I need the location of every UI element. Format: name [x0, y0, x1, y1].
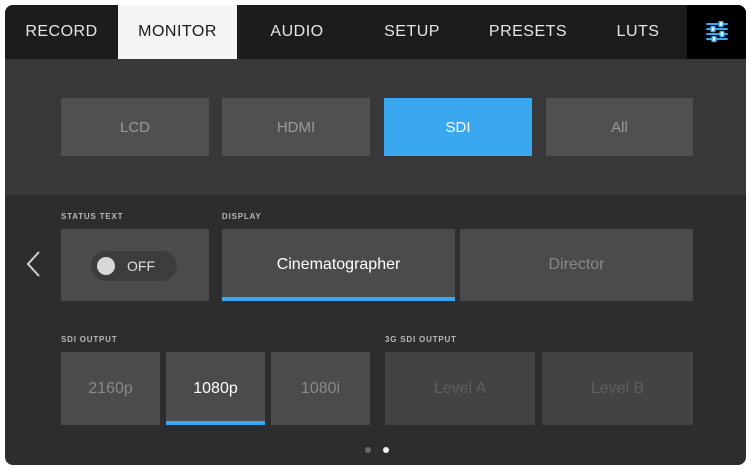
3g-sdi-output-label: 3G SDI OUTPUT	[385, 335, 457, 344]
sdi-output-label: SDI OUTPUT	[61, 335, 118, 344]
tab-setup[interactable]: SETUP	[357, 5, 467, 59]
tab-audio[interactable]: AUDIO	[237, 5, 357, 59]
page-indicator	[363, 445, 393, 455]
status-text-label: STATUS TEXT	[61, 212, 124, 221]
tab-monitor[interactable]: MONITOR	[118, 5, 237, 59]
sdi-option-label: 1080p	[193, 379, 238, 397]
page-dot-1[interactable]	[365, 447, 371, 453]
sliders-icon	[705, 21, 728, 43]
tab-presets[interactable]: PRESETS	[467, 5, 589, 59]
status-text-cell: OFF	[61, 229, 209, 301]
display-option-label: Director	[548, 256, 605, 273]
output-selector-row: LCD HDMI SDI All	[5, 59, 746, 195]
display-cinematographer-button[interactable]: Cinematographer	[222, 229, 455, 301]
output-sdi-button[interactable]: SDI	[384, 98, 532, 156]
level-option-label: Level A	[433, 379, 487, 397]
status-text-toggle[interactable]: OFF	[91, 251, 177, 281]
display-label: DISPLAY	[222, 212, 262, 221]
sdi-output-1080p-button[interactable]: 1080p	[166, 352, 265, 425]
toggle-knob	[97, 257, 115, 275]
selected-indicator	[166, 421, 265, 425]
page-dot-2[interactable]	[383, 447, 389, 453]
tab-luts[interactable]: LUTS	[589, 5, 687, 59]
chevron-left-icon[interactable]	[23, 249, 45, 279]
status-text-value: OFF	[127, 258, 155, 274]
sdi-output-1080i-button[interactable]: 1080i	[271, 352, 370, 425]
selected-indicator	[222, 297, 455, 301]
display-director-button[interactable]: Director	[460, 229, 693, 301]
3g-sdi-level-b-button: Level B	[542, 352, 693, 425]
settings-tab[interactable]	[687, 5, 746, 59]
sdi-option-label: 2160p	[88, 379, 133, 397]
3g-sdi-level-a-button: Level A	[385, 352, 535, 425]
level-option-label: Level B	[590, 379, 645, 397]
output-all-button[interactable]: All	[546, 98, 693, 156]
sdi-option-label: 1080i	[300, 379, 341, 397]
menu-tab-bar: RECORD MONITOR AUDIO SETUP PRESETS LUTS	[5, 5, 746, 59]
tab-record[interactable]: RECORD	[5, 5, 118, 59]
monitor-settings-screen: RECORD MONITOR AUDIO SETUP PRESETS LUTS	[5, 5, 746, 465]
display-option-label: Cinematographer	[276, 256, 401, 273]
output-lcd-button[interactable]: LCD	[61, 98, 209, 156]
sdi-output-2160p-button[interactable]: 2160p	[61, 352, 160, 425]
output-hdmi-button[interactable]: HDMI	[222, 98, 370, 156]
